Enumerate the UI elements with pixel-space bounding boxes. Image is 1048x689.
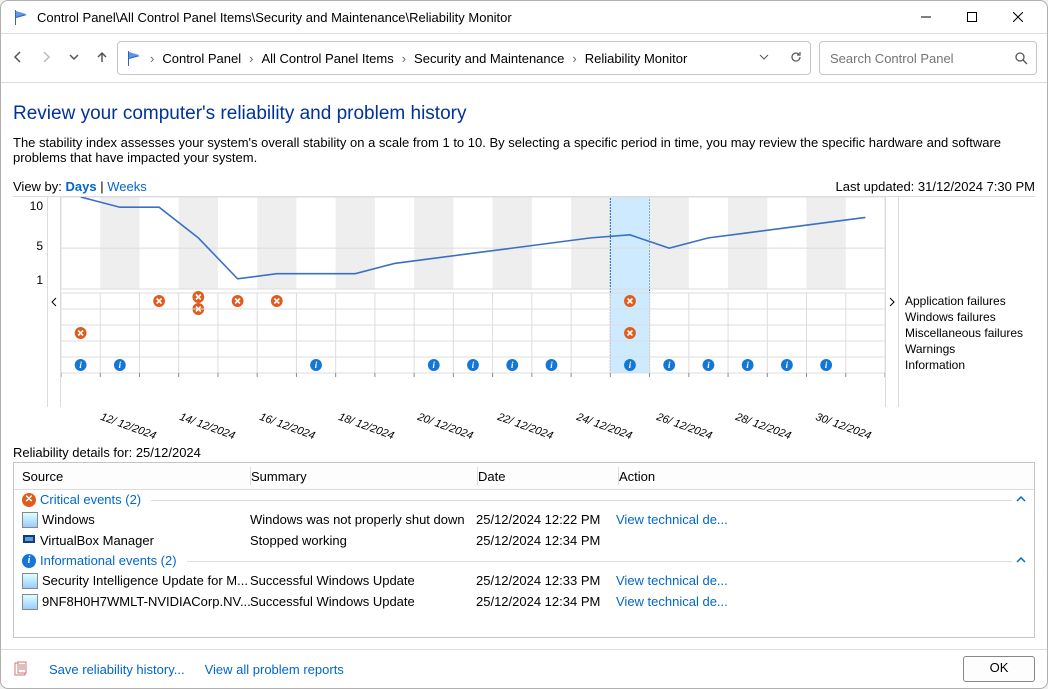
chart-legend: Application failures Windows failures Mi… (899, 197, 1035, 407)
event-date: 25/12/2024 12:33 PM (476, 573, 616, 588)
nav-toolbar: › Control Panel › All Control Panel Item… (1, 34, 1047, 83)
virtualbox-icon (22, 532, 36, 549)
chevron-right-icon: › (398, 51, 410, 66)
event-group-header[interactable]: i Informational events (2) (14, 551, 1034, 570)
page-description: The stability index assesses your system… (13, 135, 1035, 165)
breadcrumb-item[interactable]: Control Panel (162, 51, 241, 66)
col-header-action[interactable]: Action (619, 469, 1026, 484)
maximize-button[interactable] (949, 1, 995, 33)
group-title: Informational events (2) (40, 553, 177, 568)
legend-item: Warnings (905, 341, 1035, 357)
chart-scroll-left[interactable] (47, 197, 61, 407)
collapse-icon[interactable] (1016, 492, 1026, 507)
event-date: 25/12/2024 12:34 PM (476, 594, 616, 609)
event-row[interactable]: 9NF8H0H7WMLT-NVIDIACorp.NV...Successful … (14, 591, 1034, 612)
view-all-reports-link[interactable]: View all problem reports (205, 662, 344, 677)
program-icon (22, 573, 38, 589)
event-source: VirtualBox Manager (40, 533, 154, 548)
refresh-button[interactable] (790, 51, 802, 66)
event-summary: Stopped working (250, 533, 476, 548)
col-header-summary[interactable]: Summary (251, 469, 477, 484)
col-header-source[interactable]: Source (22, 469, 250, 484)
address-bar[interactable]: › Control Panel › All Control Panel Item… (117, 41, 811, 75)
minimize-button[interactable] (903, 1, 949, 33)
up-button[interactable] (95, 50, 109, 67)
flag-icon (13, 9, 29, 25)
chart-scroll-right[interactable] (885, 197, 899, 407)
event-source: 9NF8H0H7WMLT-NVIDIACorp.NV... (42, 594, 250, 609)
ok-button[interactable]: OK (963, 656, 1035, 682)
legend-item: Miscellaneous failures (905, 325, 1035, 341)
event-summary: Successful Windows Update (250, 573, 476, 588)
viewby-days[interactable]: Days (66, 179, 97, 194)
event-row[interactable]: Security Intelligence Update for M...Suc… (14, 570, 1034, 591)
viewby-weeks[interactable]: Weeks (107, 179, 147, 194)
event-source: Security Intelligence Update for M... (42, 573, 248, 588)
error-icon: ✕ (22, 493, 36, 507)
breadcrumb-item[interactable]: Reliability Monitor (585, 51, 688, 66)
window-title: Control Panel\All Control Panel Items\Se… (37, 10, 903, 25)
title-bar: Control Panel\All Control Panel Items\Se… (1, 1, 1047, 34)
details-table: Source Summary Date Action ✕ Critical eve… (13, 462, 1035, 638)
program-icon (22, 512, 38, 528)
event-date: 25/12/2024 12:22 PM (476, 512, 616, 527)
event-summary: Windows was not properly shut down (250, 512, 476, 527)
event-row[interactable]: Windows Windows was not properly shut dow… (14, 509, 1034, 530)
last-updated-value: 31/12/2024 7:30 PM (918, 179, 1035, 194)
col-header-date[interactable]: Date (478, 469, 618, 484)
viewby-label: View by: (13, 179, 62, 194)
content-pane: Review your computer's reliability and p… (1, 83, 1047, 649)
details-label: Reliability details for: (13, 445, 136, 460)
breadcrumb-item[interactable]: Security and Maintenance (414, 51, 564, 66)
details-date: 25/12/2024 (136, 445, 201, 460)
collapse-icon[interactable] (1016, 553, 1026, 568)
last-updated-label: Last updated: (836, 179, 918, 194)
breadcrumb-item[interactable]: All Control Panel Items (261, 51, 393, 66)
close-button[interactable] (995, 1, 1041, 33)
page-heading: Review your computer's reliability and p… (13, 103, 1035, 125)
save-icon (13, 661, 29, 677)
view-details-link[interactable]: View technical de... (616, 573, 728, 588)
search-icon (1014, 51, 1028, 65)
event-date: 25/12/2024 12:34 PM (476, 533, 616, 548)
chart-yaxis: 10 5 1 (13, 197, 47, 407)
back-button[interactable] (11, 50, 25, 67)
chart-canvas[interactable]: iiiiiiiiiiiii (61, 197, 885, 407)
chevron-right-icon: › (245, 51, 257, 66)
reliability-chart: 10 5 1 iiiiiiiiiiiii Application failure… (13, 196, 1035, 407)
event-summary: Successful Windows Update (250, 594, 476, 609)
legend-item: Windows failures (905, 309, 1035, 325)
address-dropdown[interactable] (758, 51, 770, 66)
chevron-right-icon: › (568, 51, 580, 66)
flag-icon (126, 50, 142, 66)
program-icon (22, 594, 38, 610)
legend-item: Information (905, 357, 1035, 373)
save-reliability-link[interactable]: Save reliability history... (49, 662, 185, 677)
legend-item: Application failures (905, 293, 1035, 309)
group-title: Critical events (2) (40, 492, 141, 507)
search-input[interactable] (828, 50, 1014, 67)
event-row[interactable]: VirtualBox Manager Stopped working25/12/2… (14, 530, 1034, 551)
history-dropdown[interactable] (67, 50, 81, 67)
search-box[interactable] (819, 41, 1037, 75)
view-details-link[interactable]: View technical de... (616, 512, 728, 527)
view-details-link[interactable]: View technical de... (616, 594, 728, 609)
forward-button[interactable] (39, 50, 53, 67)
info-icon: i (22, 554, 36, 568)
footer-bar: Save reliability history... View all pro… (1, 649, 1047, 688)
chevron-right-icon: › (146, 51, 158, 66)
event-group-header[interactable]: ✕ Critical events (2) (14, 490, 1034, 509)
event-source: Windows (42, 512, 95, 527)
